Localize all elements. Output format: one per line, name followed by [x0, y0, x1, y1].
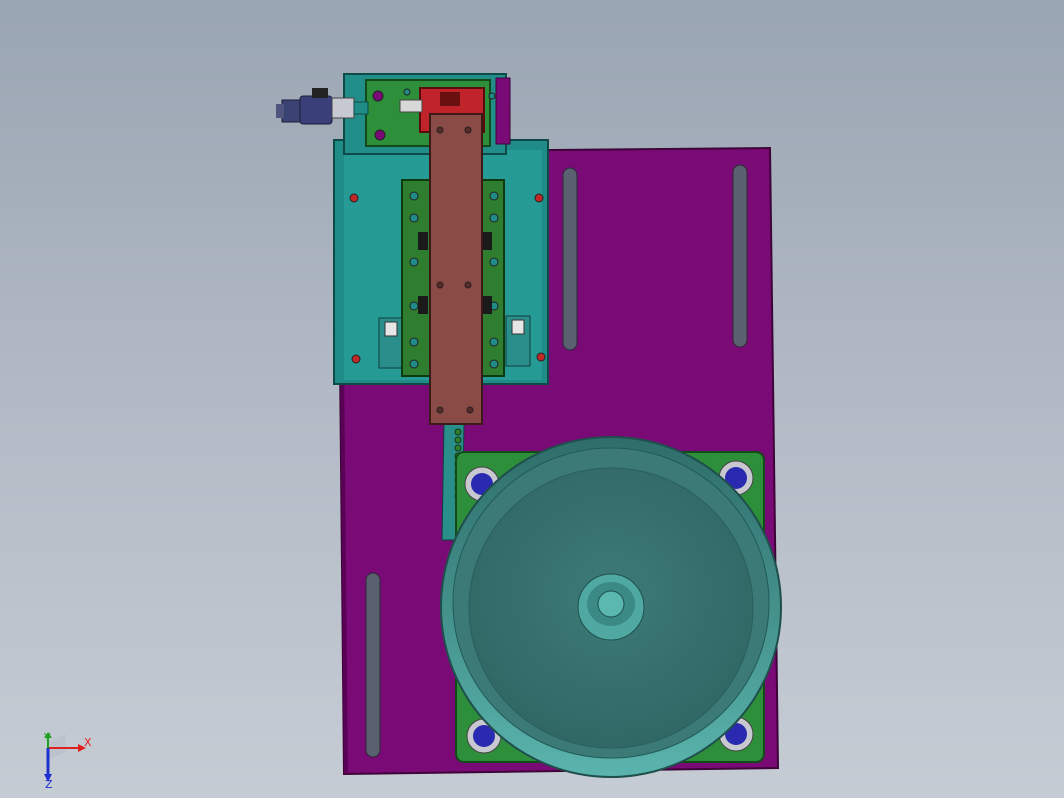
adjust-slot: [732, 164, 748, 348]
adjust-slot: [365, 572, 381, 758]
screw-hole: [536, 352, 546, 362]
slider-bar[interactable]: [429, 113, 483, 425]
screw-hole: [349, 193, 359, 203]
coordinate-triad: X Y Z: [43, 732, 92, 788]
screw-hole: [351, 354, 361, 364]
guide-rail-left[interactable]: [401, 179, 431, 377]
top-bracket[interactable]: [343, 73, 511, 155]
z-axis-label: Z: [45, 778, 53, 788]
x-axis-label: X: [84, 736, 92, 749]
assembly-model[interactable]: [0, 0, 1064, 798]
bowl-hub: [577, 573, 645, 641]
vibratory-bowl[interactable]: [440, 436, 782, 778]
cad-viewport[interactable]: X Y Z: [0, 0, 1064, 798]
screw-hole: [534, 193, 544, 203]
y-axis-label: Y: [43, 732, 51, 744]
adjust-slot: [562, 167, 578, 351]
